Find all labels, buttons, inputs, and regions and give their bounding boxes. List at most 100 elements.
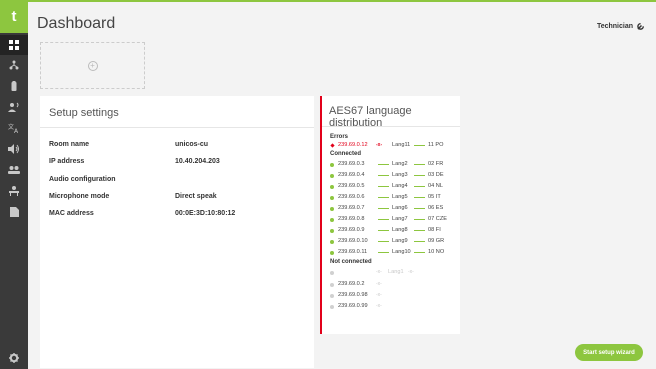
app-logo[interactable]: t: [0, 0, 28, 33]
stream-language: Lang10: [392, 249, 411, 255]
setting-value: Direct speak: [175, 193, 217, 200]
stream-language: Lang9: [392, 238, 408, 244]
stream-language: Lang4: [392, 183, 408, 189]
setting-row: Room name unicos-cu: [49, 141, 299, 148]
setting-row: Audio configuration: [49, 176, 299, 183]
battery-icon[interactable]: [0, 76, 28, 96]
connected-status-icon: [330, 251, 334, 255]
link-line: [414, 175, 425, 176]
speaker-person-icon[interactable]: [0, 97, 28, 117]
stream-language: Lang5: [392, 194, 408, 200]
setting-row: Microphone mode Direct speak: [49, 193, 299, 200]
error-status-icon: [330, 143, 335, 148]
error-stream-row: 239.69.0.12 -x- Lang11 11 PO: [330, 142, 458, 150]
connected-status-icon: [330, 207, 334, 211]
link-line: [378, 241, 389, 242]
add-widget-tile[interactable]: +: [40, 42, 145, 89]
connected-status-icon: [330, 229, 334, 233]
stream-output: 09 GR: [428, 238, 445, 244]
setting-label: Room name: [49, 141, 90, 148]
stream-output: 02 FR: [428, 161, 444, 167]
not-connected-stream-row: 239.69.0.98 -x-: [330, 292, 458, 300]
stream-ip: 239.69.0.6: [338, 194, 365, 200]
link-line: [414, 186, 425, 187]
setting-value: unicos-cu: [175, 141, 209, 148]
stream-language: Lang2: [392, 161, 408, 167]
stream-output: 04 NL: [428, 183, 443, 189]
setup-settings-title: Setup settings: [49, 107, 119, 119]
connected-status-icon: [330, 196, 334, 200]
connected-stream-row: 239.69.0.7 Lang6 06 ES: [330, 205, 458, 213]
inactive-status-icon: [330, 305, 334, 309]
connected-stream-row: 239.69.0.10 Lang9 09 GR: [330, 238, 458, 246]
gear-icon[interactable]: [0, 348, 28, 368]
connected-status-icon: [330, 174, 334, 178]
main-content: Dashboard Technician + Setup settings Ro…: [28, 0, 656, 369]
connected-heading: Connected: [330, 151, 362, 157]
volume-icon[interactable]: [0, 139, 28, 159]
dashboard-grid-icon[interactable]: [0, 35, 28, 55]
setting-label: Audio configuration: [49, 176, 116, 183]
stream-output: 11 PO: [428, 142, 444, 148]
start-setup-wizard-button[interactable]: Start setup wizard: [575, 344, 643, 361]
stream-language: Lang11: [392, 142, 411, 148]
link-line: [414, 230, 425, 231]
link-line: [378, 252, 389, 253]
link-line: [414, 145, 425, 146]
link-line: [378, 208, 389, 209]
connected-stream-row: 239.69.0.4 Lang3 03 DE: [330, 172, 458, 180]
connected-stream-row: 239.69.0.8 Lang7 07 CZE: [330, 216, 458, 224]
errors-heading: Errors: [330, 134, 349, 140]
stream-ip: 239.69.0.98: [338, 292, 368, 298]
stream-output: 05 IT: [428, 194, 441, 200]
stream-ip: 239.69.0.3: [338, 161, 365, 167]
conference-icon[interactable]: [0, 181, 28, 201]
connected-stream-row: 239.69.0.5 Lang4 04 NL: [330, 183, 458, 191]
link-line: [378, 219, 389, 220]
page-title: Dashboard: [37, 15, 116, 32]
broken-link-icon: -x-: [376, 142, 383, 148]
setting-label: Microphone mode: [49, 193, 110, 200]
connected-status-icon: [330, 185, 334, 189]
link-line: [414, 252, 425, 253]
sidebar: t 文A: [0, 0, 28, 369]
network-icon[interactable]: [0, 55, 28, 75]
connected-stream-row: 239.69.0.11 Lang10 10 NO: [330, 249, 458, 257]
stream-ip: 239.69.0.12: [338, 142, 368, 148]
broken-link-icon: -x-: [376, 281, 382, 287]
setting-row: MAC address 00:0E:3D:10:80:12: [49, 210, 299, 217]
broken-link-icon: -x-: [376, 269, 382, 275]
aes67-distribution-card: AES67 language distribution Errors 239.6…: [320, 96, 460, 334]
not-connected-stream-row: -x- Lang1 -x-: [330, 269, 458, 277]
link-line: [378, 175, 389, 176]
svg-text:A: A: [14, 128, 19, 133]
link-line: [378, 197, 389, 198]
stream-ip: 239.69.0.5: [338, 183, 365, 189]
setting-label: IP address: [49, 158, 85, 165]
stream-output: 07 CZE: [428, 216, 447, 222]
connected-status-icon: [330, 218, 334, 222]
document-icon[interactable]: [0, 202, 28, 222]
not-connected-heading: Not connected: [330, 259, 372, 265]
inactive-status-icon: [330, 294, 334, 298]
divider: [322, 126, 460, 127]
stream-ip: 239.69.0.2: [338, 281, 365, 287]
broken-link-icon: -x-: [408, 269, 414, 275]
inactive-status-icon: [330, 283, 334, 287]
translate-icon[interactable]: 文A: [0, 118, 28, 138]
inactive-status-icon: [330, 271, 334, 275]
setting-value: 00:0E:3D:10:80:12: [175, 210, 236, 217]
stream-output: 03 DE: [428, 172, 444, 178]
stream-ip: 239.69.0.7: [338, 205, 365, 211]
stream-ip: 239.69.0.9: [338, 227, 365, 233]
stream-language: Lang8: [392, 227, 408, 233]
stream-ip: 239.69.0.11: [338, 249, 368, 255]
plus-circle-icon: +: [87, 60, 98, 71]
user-menu[interactable]: Technician: [597, 21, 646, 32]
link-line: [414, 197, 425, 198]
users-icon[interactable]: [0, 160, 28, 180]
stream-ip: 239.69.0.4: [338, 172, 365, 178]
link-line: [378, 186, 389, 187]
user-role: Technician: [596, 23, 633, 30]
stream-language: Lang7: [392, 216, 408, 222]
